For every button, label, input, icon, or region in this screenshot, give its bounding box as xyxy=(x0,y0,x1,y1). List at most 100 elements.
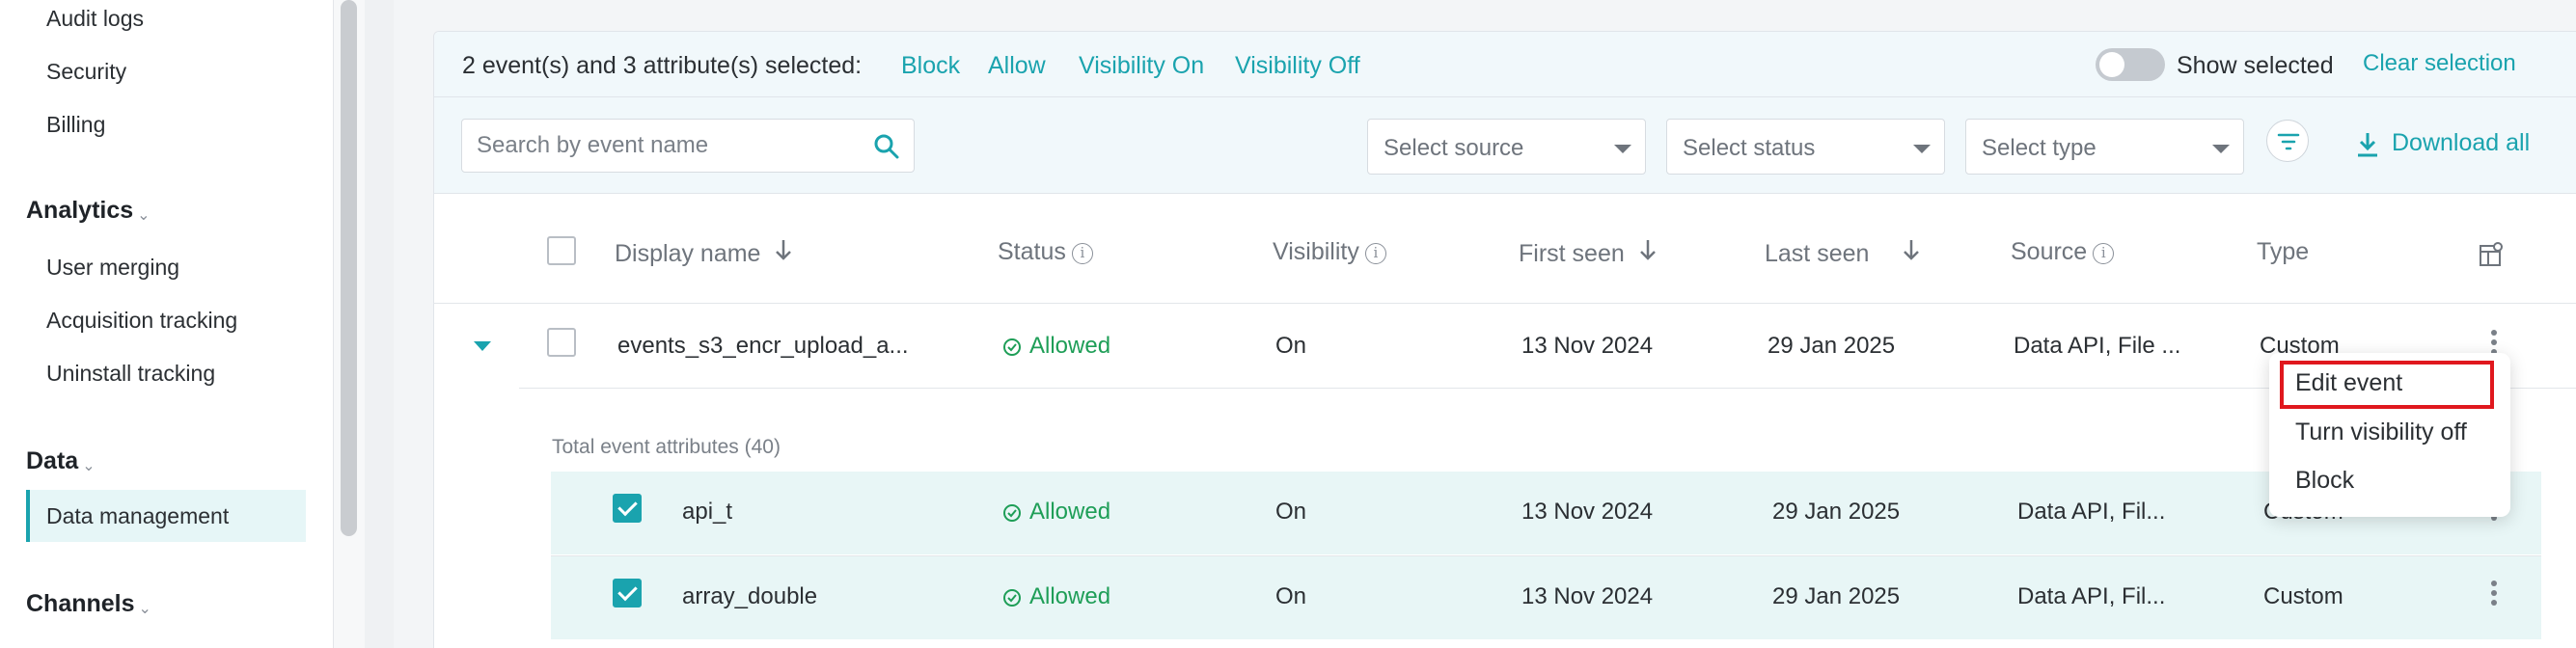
column-header-visibility: Visibility i xyxy=(1273,238,1386,266)
select-all-checkbox[interactable] xyxy=(547,236,576,265)
attribute-name: array_double xyxy=(682,583,818,609)
attribute-last-seen: 29 Jan 2025 xyxy=(1772,583,1901,609)
select-status[interactable]: Select status xyxy=(1666,119,1945,175)
search-input[interactable] xyxy=(477,131,853,160)
check-circle-icon xyxy=(1003,589,1021,607)
nav-item-label: Data management xyxy=(46,503,230,528)
nav-item-security[interactable]: Security xyxy=(46,59,126,85)
nav-item-data-management[interactable]: Data management xyxy=(26,490,306,542)
nav-section-channels[interactable]: Channels ⌄ xyxy=(26,590,151,618)
sort-arrow-down-icon[interactable] xyxy=(775,238,792,261)
select-type-label: Select type xyxy=(1982,135,2096,161)
show-selected-toggle[interactable] xyxy=(2096,48,2165,81)
row-divider xyxy=(551,555,2541,556)
column-header-label: First seen xyxy=(1519,240,1625,267)
expand-caret-icon[interactable] xyxy=(474,341,491,351)
select-status-label: Select status xyxy=(1683,135,1816,161)
clear-selection-link[interactable]: Clear selection xyxy=(2363,50,2516,77)
visibility-on-action[interactable]: Visibility On xyxy=(1079,52,1204,80)
header-divider xyxy=(433,303,2576,304)
column-settings-icon[interactable] xyxy=(2478,241,2505,268)
row-divider xyxy=(519,388,2576,389)
attribute-status: Allowed xyxy=(1002,499,1110,526)
selection-summary: 2 event(s) and 3 attribute(s) selected: xyxy=(462,52,863,79)
column-header-status: Status i xyxy=(998,238,1093,266)
column-header-last-seen[interactable]: Last seen xyxy=(1765,238,1920,268)
attribute-last-seen: 29 Jan 2025 xyxy=(1772,499,1901,525)
gutter xyxy=(365,0,394,648)
attributes-count-label: Total event attributes (40) xyxy=(552,436,781,458)
info-icon[interactable]: i xyxy=(2093,243,2115,264)
chevron-down-icon: ⌄ xyxy=(137,207,151,224)
attribute-row-checkbox[interactable] xyxy=(613,579,642,608)
check-circle-icon xyxy=(1003,338,1021,356)
sort-arrow-down-icon[interactable] xyxy=(1639,238,1657,261)
search-icon[interactable] xyxy=(873,133,900,160)
event-last-seen: 29 Jan 2025 xyxy=(1768,333,1896,359)
status-label: Allowed xyxy=(1029,499,1111,525)
column-header-first-seen[interactable]: First seen xyxy=(1519,238,1657,268)
filter-button[interactable] xyxy=(2266,120,2309,162)
block-action[interactable]: Block xyxy=(901,52,960,80)
caret-down-icon xyxy=(2212,145,2230,153)
toggle-knob xyxy=(2099,52,2124,77)
download-all-button[interactable]: Download all xyxy=(2355,129,2530,157)
nav-item-uninstall-tracking[interactable]: Uninstall tracking xyxy=(46,361,215,387)
attribute-first-seen: 13 Nov 2024 xyxy=(1521,499,1654,525)
select-source-label: Select source xyxy=(1384,135,1524,161)
status-label: Allowed xyxy=(1029,333,1111,359)
attribute-row-more-icon[interactable] xyxy=(2486,579,2502,608)
nav-item-acquisition-tracking[interactable]: Acquisition tracking xyxy=(46,308,237,334)
caret-down-icon xyxy=(1913,145,1931,153)
block-menu-item[interactable]: Block xyxy=(2295,467,2354,495)
event-visibility: On xyxy=(1275,333,1307,359)
sort-arrow-down-icon[interactable] xyxy=(1903,238,1920,261)
info-icon[interactable]: i xyxy=(1071,243,1093,264)
attribute-status: Allowed xyxy=(1002,583,1110,610)
event-status: Allowed xyxy=(1002,333,1110,360)
attribute-source: Data API, Fil... xyxy=(2017,583,2166,609)
nav-section-analytics[interactable]: Analytics ⌄ xyxy=(26,197,151,225)
attribute-first-seen: 13 Nov 2024 xyxy=(1521,583,1654,609)
event-first-seen: 13 Nov 2024 xyxy=(1521,333,1654,359)
attribute-source: Data API, Fil... xyxy=(2017,499,2166,525)
selection-bar: 2 event(s) and 3 attribute(s) selected: … xyxy=(434,32,2576,97)
column-header-label: Status xyxy=(998,238,1066,265)
nav-item-audit-logs[interactable]: Audit logs xyxy=(46,6,144,32)
sidebar-scrollbar-thumb[interactable] xyxy=(341,0,357,536)
event-name[interactable]: events_s3_encr_upload_a... xyxy=(617,333,909,360)
attribute-name: api_t xyxy=(682,499,733,525)
nav-section-label: Channels xyxy=(26,590,135,617)
select-source[interactable]: Select source xyxy=(1367,119,1646,175)
nav-item-billing[interactable]: Billing xyxy=(46,112,105,138)
filter-icon xyxy=(2277,133,2300,150)
info-icon[interactable]: i xyxy=(1364,243,1386,264)
visibility-off-action[interactable]: Visibility Off xyxy=(1235,52,1360,80)
column-header-type: Type xyxy=(2257,238,2309,266)
select-type[interactable]: Select type xyxy=(1965,119,2244,175)
nav-section-data[interactable]: Data ⌄ xyxy=(26,447,96,475)
nav-section-label: Analytics xyxy=(26,197,134,224)
sidebar: Audit logs Security Billing Analytics ⌄ U… xyxy=(0,0,334,648)
column-header-label: Visibility xyxy=(1273,238,1359,265)
column-header-source: Source i xyxy=(2011,238,2115,266)
download-all-label: Download all xyxy=(2392,129,2531,156)
show-selected-label: Show selected xyxy=(2177,52,2334,79)
column-header-label: Type xyxy=(2257,238,2310,265)
chevron-down-icon: ⌄ xyxy=(82,458,96,474)
row-context-menu: Edit event Turn visibility off Block xyxy=(2269,353,2510,517)
attribute-row-checkbox[interactable] xyxy=(613,494,642,523)
event-source: Data API, File ... xyxy=(2014,333,2181,359)
column-header-label: Display name xyxy=(615,240,761,267)
edit-event-menu-item[interactable]: Edit event xyxy=(2295,369,2402,397)
turn-visibility-off-menu-item[interactable]: Turn visibility off xyxy=(2295,418,2467,446)
nav-section-label: Data xyxy=(26,447,79,474)
event-row-checkbox[interactable] xyxy=(547,328,576,357)
column-header-display-name[interactable]: Display name xyxy=(615,238,792,268)
check-circle-icon xyxy=(1003,504,1021,522)
search-box[interactable] xyxy=(461,119,915,173)
allow-action[interactable]: Allow xyxy=(988,52,1046,80)
download-icon xyxy=(2358,133,2377,157)
column-header-label: Last seen xyxy=(1765,240,1870,267)
nav-item-user-merging[interactable]: User merging xyxy=(46,255,179,281)
